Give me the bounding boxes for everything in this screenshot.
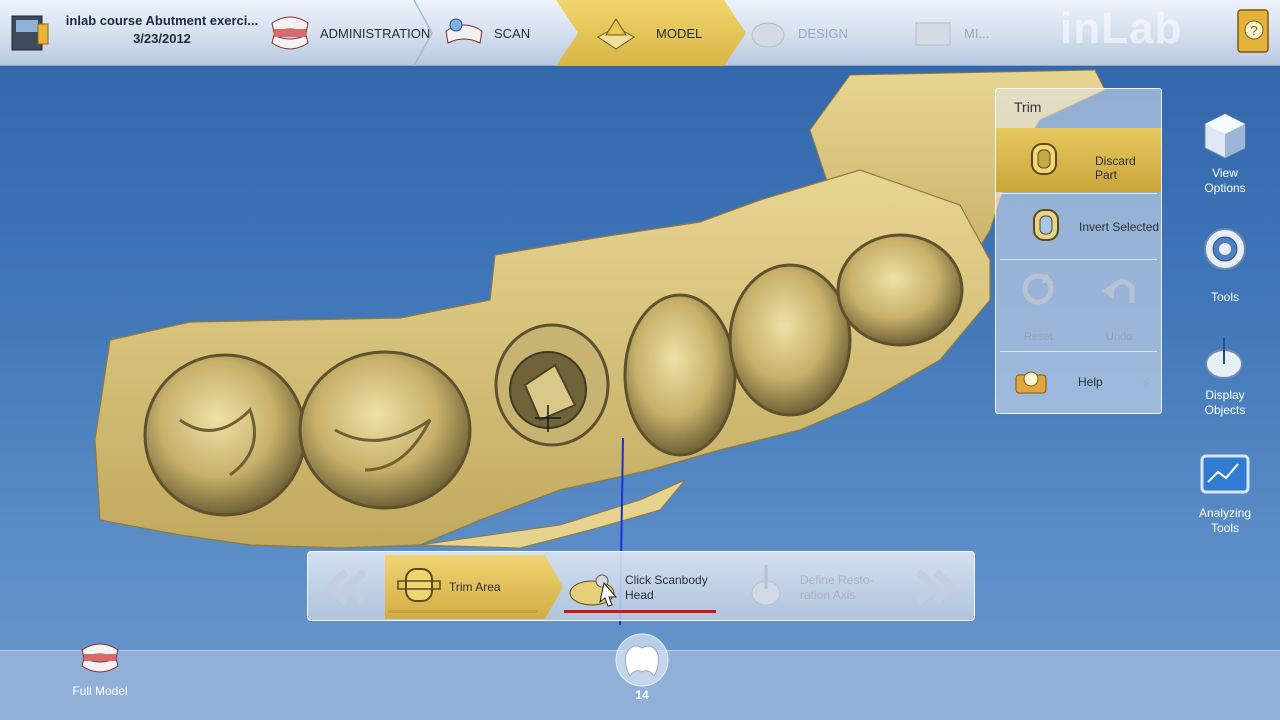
top-navigation-bar: inlab course Abutment exerci... 3/23/201… [0,0,1280,66]
click-scanbody-line2: Head [625,588,654,602]
tools-label: Tools [1210,290,1239,304]
step-mill[interactable]: MI... [910,0,989,66]
click-scanbody-label: Click Scanbody Head [625,573,708,603]
current-step-indicator [564,610,716,613]
trim-area-label: Trim Area [449,580,501,594]
model-step-bar: Trim Area Click Scanbody Head Define Res… [307,551,975,621]
define-axis-line1: Define Resto- [800,573,874,587]
help-book-icon[interactable]: ? [1236,8,1272,54]
step-separator-icon [413,0,433,66]
full-model-button[interactable]: Full Model [60,636,140,698]
step-administration[interactable]: ADMINISTRATION [266,0,430,66]
click-scanbody-icon [569,574,618,607]
define-axis-line2: ration Axis [800,588,856,602]
full-model-label: Full Model [72,684,128,698]
invert-selected-button[interactable]: Invert Selected [996,194,1161,258]
reset-label: Reset [1024,331,1053,343]
double-chevron-left-icon [324,569,367,605]
discard-part-button[interactable]: Discard Part [996,128,1161,192]
svg-text:?: ? [1250,23,1257,38]
divider [1000,351,1157,352]
reset-button[interactable]: Reset [1010,269,1066,349]
invert-selected-icon [1033,209,1059,241]
view-options-icon [1204,113,1246,159]
inlab-logo: inLab [1060,4,1183,53]
trim-panel-title: Trim [1014,99,1042,115]
step-mill-label: MI... [964,25,990,41]
molar-1 [143,353,307,517]
discard-part-label: Discard Part [1095,154,1136,182]
design-icon [751,22,785,48]
premolar-2 [728,263,852,417]
double-chevron-right-icon [915,569,958,605]
divider [1000,259,1157,260]
click-scanbody-line1: Click Scanbody [625,573,708,587]
reset-icon [1022,273,1054,305]
full-model-icon [81,643,119,673]
administration-icon [271,16,309,50]
define-axis-step[interactable]: Define Resto- ration Axis [728,555,898,619]
view-options-button[interactable]: View Options [1190,110,1260,196]
help-button[interactable]: Help [996,355,1161,411]
next-step-button[interactable] [902,556,970,618]
analyzing-tools-label: Analyzing Tools [1198,506,1252,535]
view-options-label: View Options [1204,166,1246,195]
undo-button[interactable]: Undo [1092,269,1148,349]
analyzing-tools-button[interactable]: Analyzing Tools [1190,452,1260,536]
invert-selected-label: Invert Selected [1079,220,1160,234]
chevron-down-icon [1140,377,1150,387]
mill-icon [915,22,951,46]
model-icon [597,18,635,50]
define-axis-label: Define Resto- ration Axis [800,573,873,603]
tools-button[interactable]: Tools [1190,222,1260,305]
trim-area-underline [388,610,538,613]
step-model-label: MODEL [656,25,703,41]
step-scan[interactable]: SCAN [440,0,530,66]
trim-panel: Trim Discard Part Invert Selected Reset … [995,88,1162,414]
case-title-date: 3/23/2012 [133,31,191,46]
display-objects-label: Display Objects [1204,388,1246,417]
step-design-label: DESIGN [798,25,848,41]
define-axis-icon [751,565,781,606]
help-icon [1015,371,1047,394]
step-scan-label: SCAN [494,25,531,41]
display-objects-button[interactable]: Display Objects [1190,334,1260,418]
case-title-name: inlab course Abutment exerci... [65,13,259,28]
scan-icon [445,18,483,44]
step-design[interactable]: DESIGN [744,0,848,66]
undo-icon [1102,279,1135,303]
case-title: inlab course Abutment exerci... 3/23/201… [62,12,262,48]
display-objects-icon [1205,338,1243,379]
help-label: Help [1078,375,1103,389]
tooth-number: 14 [635,688,649,702]
previous-step-button[interactable] [312,556,380,618]
undo-label: Undo [1106,331,1133,343]
trim-area-icon [397,568,441,602]
canine [836,233,964,347]
molar-2 [298,350,472,510]
premolar-1 [623,293,737,457]
tooth-icon [615,633,669,687]
tools-icon [1204,228,1246,270]
case-document-icon[interactable] [8,10,52,54]
step-model[interactable]: MODEL [592,0,702,66]
discard-part-icon [1031,143,1057,175]
analyzing-tools-icon [1200,454,1250,494]
